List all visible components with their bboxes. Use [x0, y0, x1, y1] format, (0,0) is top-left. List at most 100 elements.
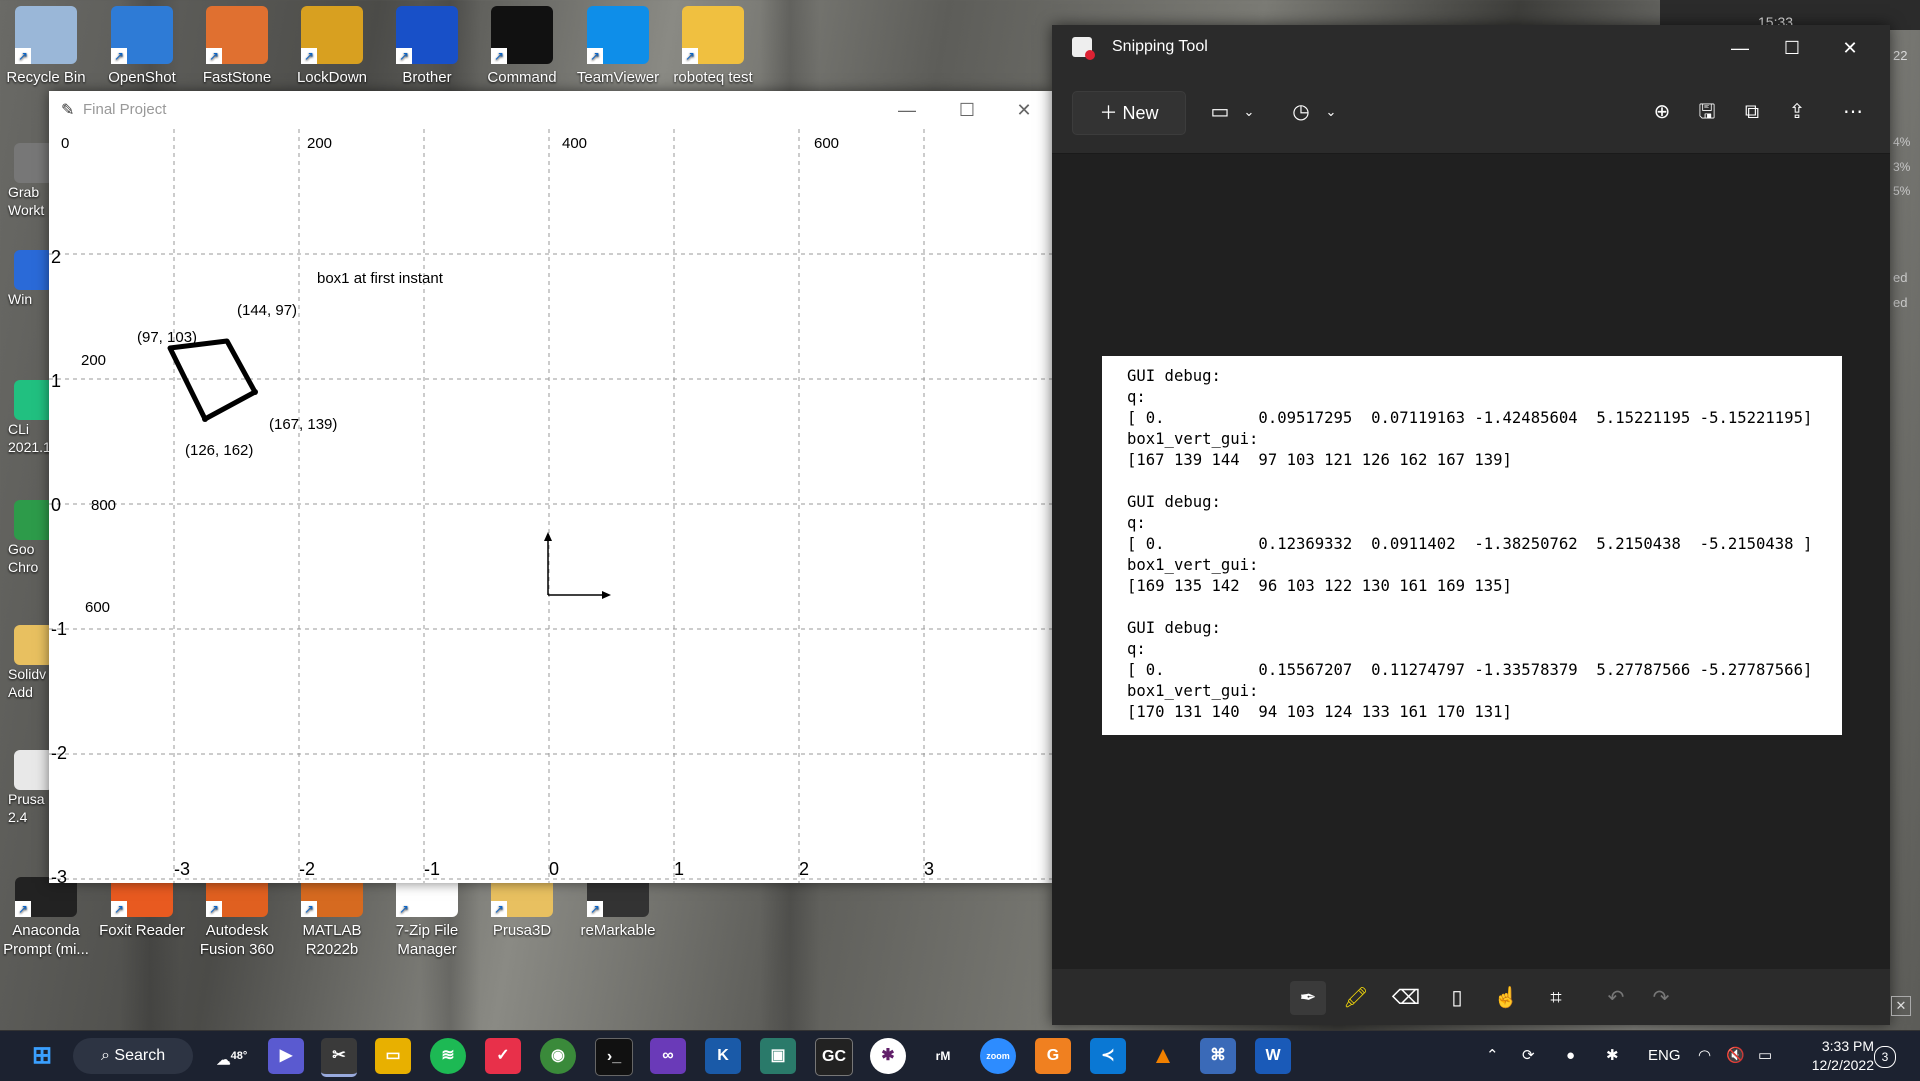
desktop-icon[interactable]: Win [0, 250, 52, 308]
eraser-icon[interactable]: ⌫ [1388, 981, 1424, 1015]
file-explorer-icon[interactable]: ▭ [375, 1038, 411, 1074]
touch-writing-icon[interactable]: ☝ [1488, 981, 1524, 1015]
share-icon[interactable]: ⇪ [1780, 95, 1814, 129]
desktop-icon[interactable]: ↗ reMarkable [572, 877, 664, 940]
shortcut-arrow-icon: ↗ [587, 48, 603, 64]
taskbar: ⊞ ⌕ Search ☁48° ▶ ✂ ▭ ≋ ✓ ◉ ›_ ∞ K ▣ GC … [0, 1030, 1920, 1081]
desktop-icon[interactable]: ↗ Anaconda Prompt (mi... [0, 877, 92, 959]
start-windows-icon[interactable]: ⊞ [24, 1038, 60, 1074]
more-options-icon[interactable]: ⋯ [1836, 95, 1870, 129]
app-icon [14, 250, 52, 290]
desktop-icon[interactable]: ↗ Prusa3D [476, 877, 568, 940]
search-box[interactable]: ⌕ Search [73, 1038, 193, 1074]
wifi-icon[interactable]: ◠ [1698, 1031, 1711, 1081]
desktop-icon-label: Goo Chro [8, 541, 39, 575]
desktop-icon[interactable]: ↗ Recycle Bin [0, 6, 92, 87]
highlighter-icon[interactable]: 🖍 [1338, 981, 1374, 1015]
desktop-icon[interactable]: ↗ OpenShot [96, 6, 188, 87]
clock[interactable]: 3:33 PM 12/2/2022 [1794, 1037, 1874, 1075]
desktop-icon[interactable]: ↗ FastStone [191, 6, 283, 87]
language-indicator[interactable]: ENG [1648, 1031, 1681, 1081]
word-icon[interactable]: W [1255, 1038, 1291, 1074]
desktop-icon-label: CLi 2021.1 [8, 421, 51, 455]
desktop-icon[interactable]: ↗ MATLAB R2022b [286, 877, 378, 959]
close-button[interactable]: ✕ [1004, 95, 1044, 125]
volume-muted-icon[interactable]: 🔇 [1726, 1031, 1745, 1081]
chevron-down-icon[interactable]: ⌄ [1314, 95, 1348, 129]
delay-clock-icon[interactable]: ◷ [1284, 95, 1318, 129]
zoom-icon[interactable]: ⊕ [1645, 95, 1679, 129]
snipping-tool-taskbar-icon[interactable]: ✂ [321, 1038, 357, 1077]
final-project-window[interactable]: ✎ Final Project — ☐ ✕ 0 200 400 600 200 800 60… [49, 91, 1052, 883]
desktop-icon[interactable]: ↗ Autodesk Fusion 360 [191, 877, 283, 959]
vscode-icon[interactable]: ≺ [1090, 1038, 1126, 1074]
desktop-icon-label: Recycle Bin [6, 69, 86, 86]
close-button-fragment[interactable]: ✕ [1891, 996, 1911, 1016]
chevron-down-icon[interactable]: ⌄ [1232, 95, 1266, 129]
ballpoint-pen-icon[interactable]: ✒ [1290, 981, 1326, 1015]
ruler-icon[interactable]: ▯ [1439, 981, 1475, 1015]
undo-icon[interactable]: ↶ [1598, 981, 1634, 1015]
image-app-icon[interactable]: ▣ [760, 1038, 796, 1074]
desktop-icon[interactable]: ↗ TeamViewer [572, 6, 664, 87]
redo-icon[interactable]: ↷ [1643, 981, 1679, 1015]
shortcut-arrow-icon: ↗ [15, 48, 31, 64]
teams-chat-icon[interactable]: ▶ [268, 1038, 304, 1074]
desktop-icon[interactable]: ↗ Brother [381, 6, 473, 87]
new-label: New [1122, 103, 1159, 123]
desktop-icon[interactable]: ↗ roboteq test [667, 6, 759, 87]
box1-vertex [202, 416, 208, 422]
desktop-icon[interactable]: ↗ LockDown [286, 6, 378, 87]
x-tick-label: 1 [674, 859, 684, 879]
close-button[interactable]: ✕ [1828, 33, 1872, 63]
minimize-button[interactable]: — [887, 95, 927, 125]
desktop-icon[interactable]: ↗ Command [476, 6, 568, 87]
crop-icon[interactable]: ⌗ [1538, 981, 1574, 1015]
final-project-titlebar[interactable]: ✎ Final Project — ☐ ✕ [49, 91, 1052, 129]
desktop-icon[interactable]: ↗ Foxit Reader [96, 877, 188, 940]
slack-tray-icon[interactable]: ✱ [1606, 1031, 1619, 1081]
desktop-icon[interactable]: CLi 2021.1 [0, 380, 52, 456]
visual-studio-icon[interactable]: ∞ [650, 1038, 686, 1074]
desktop-icon[interactable]: ↗ 7-Zip File Manager [381, 877, 473, 959]
desktop-icon[interactable]: Prusa 2.4 [0, 750, 52, 826]
python-icon[interactable]: ⌘ [1200, 1038, 1236, 1074]
plot-canvas[interactable]: 0 200 400 600 200 800 600 2 1 0 -1 -2 -3 -3 -2 -1 0 1 2 3 bo… [49, 129, 1052, 883]
snipping-tool-window[interactable]: Snipping Tool — ☐ ✕ ＋ New ▭ ⌄ ◷ ⌄ ⊕ 🖫 ⧉ … [1052, 25, 1890, 1025]
feather-icon: ✎ [61, 102, 75, 119]
shortcut-arrow-icon: ↗ [206, 901, 222, 917]
snipping-titlebar[interactable]: Snipping Tool — ☐ ✕ [1052, 25, 1890, 71]
maximize-button[interactable]: ☐ [1770, 33, 1814, 63]
battery-icon[interactable]: ▭ [1758, 1031, 1772, 1081]
chrome-icon[interactable]: ◉ [540, 1038, 576, 1074]
zoom-icon[interactable]: zoom [980, 1038, 1016, 1074]
snipping-tool-icon [1072, 37, 1095, 60]
status-circle-icon[interactable]: ● [1566, 1031, 1575, 1081]
foxit-taskbar-icon[interactable]: G [1035, 1038, 1071, 1074]
remarkable-taskbar-icon[interactable]: rM [925, 1038, 961, 1074]
shortcut-arrow-icon: ↗ [301, 901, 317, 917]
save-icon[interactable]: 🖫 [1690, 95, 1724, 129]
chevron-up-icon[interactable]: ⌃ [1486, 1031, 1499, 1081]
new-snip-button[interactable]: ＋ New [1072, 91, 1186, 135]
search-icon: ⌕ [101, 1047, 110, 1064]
spotify-icon[interactable]: ≋ [430, 1038, 466, 1074]
notification-badge[interactable]: 3 [1874, 1046, 1896, 1068]
slack-icon[interactable]: ✱ [870, 1038, 906, 1074]
desktop-icon[interactable]: Grab Workt [0, 143, 52, 219]
minimize-button[interactable]: — [1718, 33, 1762, 63]
editor-app-icon[interactable]: K [705, 1038, 741, 1074]
vlc-icon[interactable]: ▲ [1145, 1038, 1181, 1074]
copy-icon[interactable]: ⧉ [1735, 95, 1769, 129]
gc-app-icon[interactable]: GC [815, 1038, 853, 1076]
behind-window-percent-1: 4% [1893, 135, 1911, 149]
shortcut-arrow-icon: ↗ [682, 48, 698, 64]
maximize-button[interactable]: ☐ [947, 95, 987, 125]
desktop-icon[interactable]: Solidv Add [0, 625, 52, 701]
command-prompt-icon[interactable]: ›_ [595, 1038, 633, 1076]
weather-icon[interactable]: ☁48° [212, 1038, 252, 1074]
calendar-app-icon[interactable]: ✓ [485, 1038, 521, 1074]
desktop-icon-label: roboteq test [673, 69, 753, 86]
desktop-icon[interactable]: Goo Chro [0, 500, 52, 576]
sync-icon[interactable]: ⟳ [1522, 1031, 1535, 1081]
